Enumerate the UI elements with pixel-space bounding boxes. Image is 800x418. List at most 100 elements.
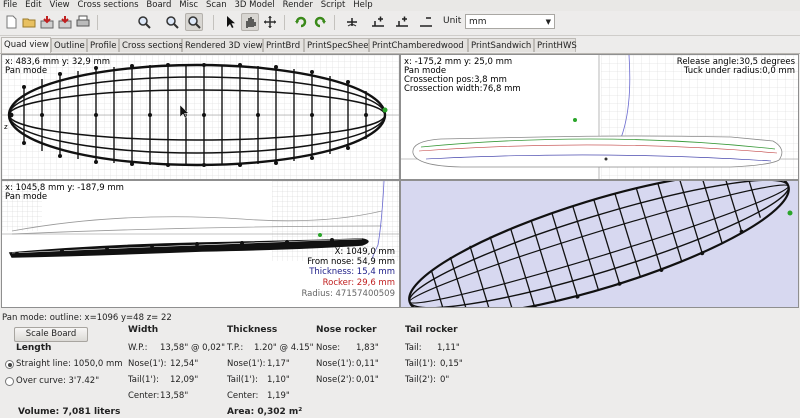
length-title: Length	[16, 343, 52, 353]
width-tail-value: 12,09"	[170, 375, 199, 385]
zoom-in-icon[interactable]	[164, 14, 180, 30]
nose-rocker-1ft-value: 0,11"	[356, 359, 379, 369]
width-nose-value: 12,54"	[170, 359, 199, 369]
menu-scan[interactable]: Scan	[206, 0, 227, 10]
tail-rocker-2ft-label: Tail(2'):	[405, 375, 436, 385]
profile-thickness-label: Thickness:	[309, 267, 355, 277]
menu-script[interactable]: Script	[321, 0, 346, 10]
menu-3d-model[interactable]: 3D Model	[235, 0, 275, 10]
width-nose-label: Nose(1'):	[128, 359, 167, 369]
pan-icon[interactable]	[241, 13, 259, 31]
width-center-value: 13,58"	[160, 391, 189, 401]
cs-width: Crossection width:76,8 mm	[404, 84, 521, 94]
width-wp-value: 13,58" @ 0,02"	[160, 343, 225, 353]
thickness-tp-label: T.P.:	[227, 343, 244, 353]
add-point-icon[interactable]	[344, 14, 360, 30]
profile-mode: Pan mode	[5, 192, 48, 202]
over-curve-label: Over curve: 3'7.42"	[16, 376, 100, 386]
tab-profile[interactable]: Profile	[87, 38, 119, 52]
3d-board-drawing	[408, 181, 793, 307]
tab-printhws[interactable]: PrintHWS	[534, 38, 577, 52]
save-icon[interactable]	[39, 14, 55, 30]
tail-rocker-tail-label: Tail:	[405, 343, 422, 353]
toolbar	[0, 11, 800, 36]
unit-label: Unit	[443, 16, 462, 26]
profile-thickness-value: 15,4 mm	[356, 267, 395, 277]
tail-rocker-tail-value: 1,11"	[437, 343, 460, 353]
outline-view[interactable]: x: 483,6 mm y: 32,9 mm Pan mode z	[2, 55, 399, 179]
rotate-left-icon[interactable]	[293, 14, 309, 30]
quad-view: x: 483,6 mm y: 32,9 mm Pan mode z x: -17…	[1, 54, 799, 308]
tab-cross-sections[interactable]: Cross sections	[119, 38, 183, 52]
open-icon[interactable]	[21, 14, 37, 30]
tab-printsandwich[interactable]: PrintSandwich	[468, 38, 534, 52]
nose-rocker-2ft-value: 0,01"	[356, 375, 379, 385]
profile-rocker-value: 29,6 mm	[356, 278, 395, 288]
zoom-icon[interactable]	[136, 14, 152, 30]
chevron-down-icon: ▼	[545, 18, 551, 26]
print-icon[interactable]	[75, 14, 91, 30]
thickness-center-value: 1,19"	[267, 391, 290, 401]
nose-rocker-nose-value: 1,83"	[356, 343, 379, 353]
thickness-nose-value: 1,17"	[267, 359, 290, 369]
thickness-tp-value: 1.20" @ 4.15"	[254, 343, 314, 353]
outline-axis-z: z	[4, 123, 8, 131]
width-title: Width	[128, 325, 159, 335]
scale-board-button[interactable]: Scale Board	[14, 327, 88, 342]
delete-cross-section-icon[interactable]	[394, 14, 410, 30]
nose-rocker-2ft-label: Nose(2'):	[316, 375, 355, 385]
menu-edit[interactable]: Edit	[25, 0, 41, 10]
profile-rocker-label: Rocker:	[322, 278, 355, 288]
rendered-3d-view[interactable]	[401, 181, 798, 307]
menu-bar: File Edit View Cross sections Board Misc…	[0, 0, 800, 11]
thickness-title: Thickness	[227, 325, 278, 335]
new-icon[interactable]	[3, 14, 19, 30]
rotate-right-icon[interactable]	[312, 14, 328, 30]
status-line: Pan mode: outline: x=1096 y=48 z= 22	[2, 313, 172, 323]
tail-rocker-title: Tail rocker	[405, 325, 458, 335]
thickness-tail-value: 1,10"	[267, 375, 290, 385]
tab-quad-view[interactable]: Quad view	[1, 37, 51, 53]
width-wp-label: W.P.:	[128, 343, 148, 353]
menu-misc[interactable]: Misc	[179, 0, 198, 10]
over-curve-radio[interactable]	[5, 377, 14, 386]
arrow-icon[interactable]	[222, 14, 238, 30]
crosssection-view[interactable]: x: -175,2 mm y: 25,0 mm Pan mode Crossec…	[401, 55, 798, 179]
width-center-label: Center:	[128, 391, 160, 401]
straight-line-radio[interactable]	[5, 360, 14, 369]
profile-x-pos: X: 1049,0 mm	[334, 247, 395, 257]
unit-value: mm	[469, 17, 487, 27]
thickness-tail-label: Tail(1'):	[227, 375, 258, 385]
guide-icon[interactable]	[418, 14, 434, 30]
outline-mode: Pan mode	[5, 66, 48, 76]
move-icon[interactable]	[262, 14, 278, 30]
outline-drawing	[2, 55, 399, 179]
menu-board[interactable]: Board	[146, 0, 171, 10]
tab-outline[interactable]: Outline	[51, 38, 87, 52]
nose-rocker-title: Nose rocker	[316, 325, 377, 335]
profile-from-nose: From nose: 54,9 mm	[307, 257, 395, 267]
tab-printspecsheet[interactable]: PrintSpecSheet	[304, 38, 372, 52]
menu-render[interactable]: Render	[283, 0, 313, 10]
menu-help[interactable]: Help	[353, 0, 372, 10]
tab-bar: Quad view Outline Profile Cross sections…	[0, 37, 800, 54]
unit-select[interactable]: mm ▼	[465, 14, 555, 29]
nose-rocker-1ft-label: Nose(1'):	[316, 359, 355, 369]
save-as-icon[interactable]	[57, 14, 73, 30]
tab-printbrd[interactable]: PrintBrd	[263, 38, 304, 52]
add-cross-section-icon[interactable]	[370, 14, 386, 30]
profile-thickness: Thickness: 15,4 mm	[309, 267, 395, 277]
profile-view[interactable]: x: 1045,8 mm y: -187,9 mm Pan mode X: 10…	[2, 181, 399, 307]
area-readout: Area: 0,302 m²	[227, 407, 303, 417]
menu-file[interactable]: File	[3, 0, 17, 10]
tail-rocker-2ft-value: 0"	[440, 375, 450, 385]
zoom-out-icon[interactable]	[185, 13, 203, 31]
cs-tuck-under: Tuck under radius:0,0 mm	[683, 66, 795, 76]
volume-readout: Volume: 7,081 liters	[18, 407, 121, 417]
profile-radius: Radius: 47157400509	[301, 289, 395, 299]
menu-cross-sections[interactable]: Cross sections	[78, 0, 139, 10]
tab-rendered-3d-view[interactable]: Rendered 3D view	[182, 38, 263, 52]
tab-printchamberedwood[interactable]: PrintChamberedwood	[369, 38, 468, 52]
profile-rocker: Rocker: 29,6 mm	[323, 278, 395, 288]
menu-view[interactable]: View	[49, 0, 69, 10]
